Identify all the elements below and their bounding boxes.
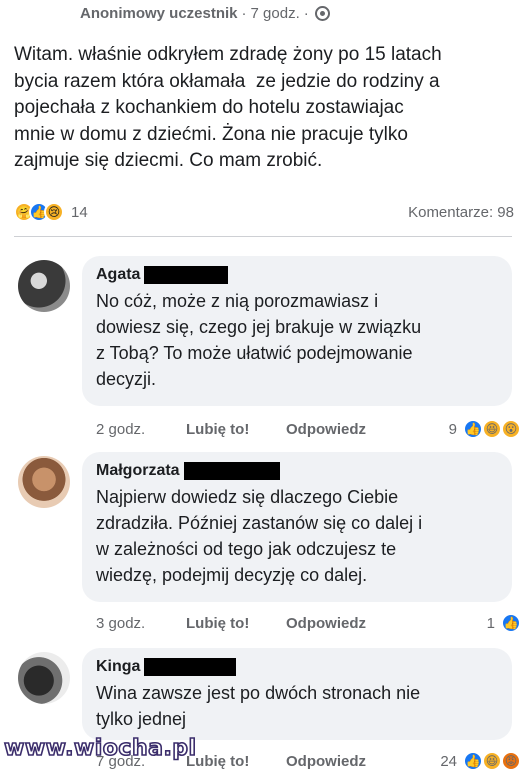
comment-text: No cóż, może z nią porozmawiasz i dowies… (96, 291, 422, 389)
like-button[interactable]: Lubię to! (186, 753, 286, 770)
comment-actions: 3 godz. Lubię to! Odpowiedz 1 👍 (96, 612, 521, 634)
like-button[interactable]: Lubię to! (186, 421, 286, 438)
divider (14, 236, 512, 237)
avatar[interactable] (18, 260, 70, 312)
post-reaction-count[interactable]: 14 (71, 204, 88, 221)
haha-icon: 😆 (482, 419, 502, 439)
reply-button[interactable]: Odpowiedz (286, 421, 366, 438)
header-separator-2: · (303, 4, 309, 22)
comment-bubble: Małgorzata Najpierw dowiedz się dlaczego… (82, 452, 512, 602)
post-reactions-row: 🤗 👍 😢 14 Komentarze: 98 (14, 200, 514, 224)
angry-icon: 😡 (501, 751, 521, 771)
comment-reaction-count: 24 (440, 752, 457, 770)
post-time[interactable]: 7 godz. (251, 5, 300, 22)
commenter-name[interactable]: Małgorzata (96, 462, 180, 480)
watermark: www.wiocha.pl (3, 735, 197, 762)
redacted-surname (144, 658, 237, 676)
comment-reactions[interactable]: 1 👍 (486, 613, 521, 633)
header-separator: · (241, 4, 247, 22)
commenter-name[interactable]: Agata (96, 266, 140, 284)
comment-reactions[interactable]: 24 👍 😆 😡 (440, 751, 521, 771)
commenter-name[interactable]: Kinga (96, 658, 140, 676)
globe-icon (314, 5, 330, 21)
comment-time[interactable]: 2 godz. (96, 421, 186, 438)
post-header: Anonimowy uczestnik · 7 godz. · (80, 3, 330, 23)
post-reaction-icons[interactable]: 🤗 👍 😢 (14, 202, 64, 222)
post-author[interactable]: Anonimowy uczestnik (80, 5, 238, 22)
avatar[interactable] (18, 456, 70, 508)
comment-reactions[interactable]: 9 👍 😆 😮 (448, 419, 521, 439)
comment-text: Wina zawsze jest po dwóch stronach nie t… (96, 683, 421, 729)
comment-bubble: Agata No cóż, może z nią porozmawiasz i … (82, 256, 512, 406)
avatar[interactable] (18, 652, 70, 704)
comment-time[interactable]: 3 godz. (96, 615, 186, 632)
comment-bubble: Kinga Wina zawsze jest po dwóch stronach… (82, 648, 512, 740)
post-text: Witam. właśnie odkryłem zdradę żony po 1… (14, 44, 442, 171)
reply-button[interactable]: Odpowiedz (286, 615, 366, 632)
like-button[interactable]: Lubię to! (186, 615, 286, 632)
comments-count[interactable]: Komentarze: 98 (408, 204, 514, 221)
wow-icon: 😮 (501, 419, 521, 439)
redacted-surname (183, 462, 280, 480)
comment-text: Najpierw dowiedz się dlaczego Ciebie zdr… (96, 487, 423, 585)
reply-button[interactable]: Odpowiedz (286, 753, 366, 770)
redacted-surname (144, 266, 229, 284)
comment-actions: 2 godz. Lubię to! Odpowiedz 9 👍 😆 😮 (96, 418, 521, 440)
like-icon: 👍 (501, 613, 521, 633)
sad-icon: 😢 (44, 202, 64, 222)
comment-reaction-count: 1 (486, 614, 495, 632)
comment-reaction-count: 9 (448, 420, 457, 438)
haha-icon: 😆 (482, 751, 502, 771)
like-icon: 👍 (463, 751, 483, 771)
like-icon: 👍 (463, 419, 483, 439)
